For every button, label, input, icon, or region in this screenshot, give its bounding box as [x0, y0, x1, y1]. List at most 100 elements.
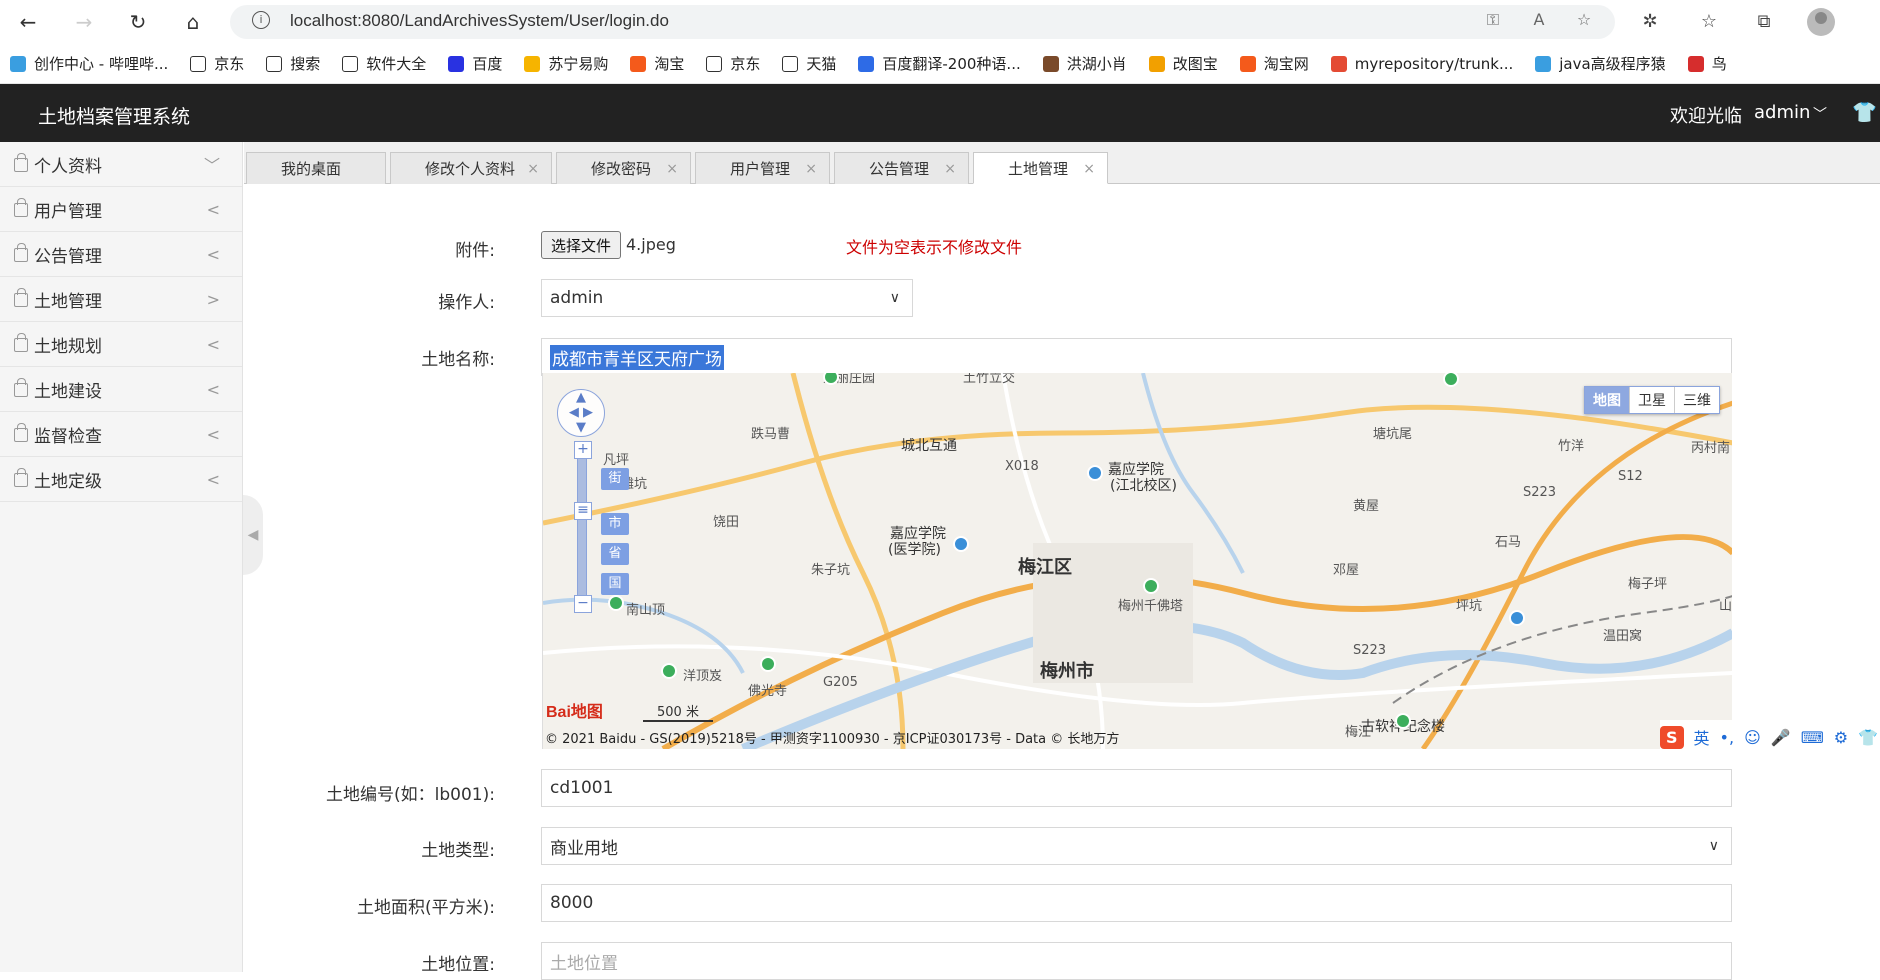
bookmark-item[interactable]: java高级程序猿	[1535, 53, 1666, 74]
choose-file-button[interactable]: 选择文件	[541, 231, 621, 259]
map-place-label: 黄屋	[1353, 499, 1380, 514]
bookmark-item[interactable]: 鸟	[1687, 53, 1727, 74]
sidebar-item[interactable]: 公告管理 <	[0, 232, 242, 277]
sidebar-item[interactable]: 监督检查 <	[0, 412, 242, 457]
info-icon[interactable]: i	[252, 11, 270, 29]
skin-icon[interactable]: 👕	[1858, 728, 1878, 747]
close-icon[interactable]: ×	[527, 161, 539, 177]
poi-marker[interactable]	[1395, 713, 1411, 729]
close-icon[interactable]: ×	[944, 161, 956, 177]
extensions-icon[interactable]: ✲	[1636, 8, 1664, 36]
poi-marker[interactable]	[953, 536, 969, 552]
sidebar-item-label: 公告管理	[34, 246, 102, 267]
refresh-icon[interactable]: ↻	[122, 6, 154, 38]
tab-label: 我的桌面	[281, 160, 342, 178]
ime-toolbar[interactable]: S 英 •, ☺ 🎤 ⌨ ⚙ 👕	[1660, 720, 1880, 754]
operator-select[interactable]: admin ∨	[541, 279, 913, 317]
back-arrow-icon[interactable]: ←	[12, 6, 44, 38]
ime-mode[interactable]: 英	[1694, 725, 1710, 749]
keyboard-icon[interactable]: ⌨	[1801, 728, 1824, 747]
forward-arrow-icon[interactable]: →	[68, 6, 100, 38]
user-menu[interactable]: admin	[1754, 102, 1810, 123]
map-place-label: 石马	[1495, 535, 1522, 550]
poi-marker[interactable]	[760, 656, 776, 672]
sidebar-item[interactable]: 土地建设 <	[0, 367, 242, 412]
add-favorite-icon[interactable]: ☆	[1573, 10, 1595, 32]
bookmark-item[interactable]: 创作中心 - 哔哩哔...	[10, 53, 168, 74]
map-type-option[interactable]: 地图	[1585, 387, 1629, 413]
tab[interactable]: 修改个人资料 ×	[390, 152, 552, 184]
chevron-icon: <	[206, 199, 220, 219]
tab[interactable]: 公告管理 ×	[834, 152, 969, 184]
bookmark-item[interactable]: 京东	[706, 53, 760, 74]
bookmark-item[interactable]: 百度	[448, 53, 502, 74]
profile-avatar[interactable]	[1807, 8, 1835, 36]
favorites-icon[interactable]: ☆	[1695, 8, 1723, 36]
bookmark-label: 淘宝	[654, 55, 685, 73]
bookmark-item[interactable]: 淘宝	[630, 53, 684, 74]
map-level-tag[interactable]: 国	[601, 573, 629, 595]
tab[interactable]: 我的桌面	[246, 152, 386, 184]
bookmark-item[interactable]: 苏宁易购	[524, 53, 608, 74]
map-type-option[interactable]: 三维	[1674, 387, 1719, 413]
tab[interactable]: 修改密码 ×	[556, 152, 691, 184]
landtype-select[interactable]: 商业用地 ∨	[541, 827, 1732, 865]
theme-shirt-icon[interactable]: 👕	[1852, 100, 1877, 124]
tab[interactable]: 用户管理 ×	[695, 152, 830, 184]
home-icon[interactable]: ⌂	[177, 6, 209, 38]
bookmark-label: 京东	[730, 55, 761, 73]
bookmark-item[interactable]: 搜索	[266, 53, 320, 74]
zoom-in-button[interactable]: +	[574, 441, 592, 459]
read-aloud-icon[interactable]: A	[1528, 10, 1550, 32]
chevron-icon: <	[206, 244, 220, 264]
toolbox-icon[interactable]: ⚙	[1834, 728, 1848, 747]
punctuation-icon[interactable]: •,	[1720, 728, 1735, 747]
map-pan-control[interactable]: ▲ ◀ ▶ ▼	[557, 389, 605, 437]
bookmark-item[interactable]: 京东	[190, 53, 244, 74]
landno-label: 土地编号(如：lb001):	[326, 785, 495, 805]
close-icon[interactable]: ×	[666, 161, 678, 177]
landarea-input[interactable]: 8000	[541, 884, 1732, 922]
sidebar-item[interactable]: 用户管理 <	[0, 187, 242, 232]
landname-input[interactable]: 成都市青羊区天府广场	[541, 338, 1732, 376]
zoom-out-button[interactable]: −	[574, 595, 592, 613]
sidebar-item[interactable]: 土地规划 <	[0, 322, 242, 367]
landpos-input[interactable]: 土地位置	[541, 942, 1732, 980]
sidebar-collapse-handle[interactable]: ◀	[243, 495, 263, 575]
map-zoom-slider[interactable]	[577, 441, 587, 601]
chevron-down-icon: ∨	[1708, 838, 1719, 854]
close-icon[interactable]: ×	[1083, 161, 1095, 177]
close-icon[interactable]: ×	[805, 161, 817, 177]
collections-icon[interactable]: ⧉	[1750, 8, 1778, 36]
chevron-down-icon[interactable]: ﹀	[1813, 104, 1827, 124]
sidebar-item[interactable]: 土地管理 >	[0, 277, 242, 322]
bookmark-item[interactable]: 淘宝网	[1239, 53, 1309, 74]
landno-input[interactable]: cd1001	[541, 769, 1732, 807]
bookmark-item[interactable]: 天猫	[782, 53, 836, 74]
baidu-map[interactable]: 爱丽庄园 土竹立交 跌马曹 城北互通 X018 塘坑尾 竹洋 丙村南 凡坪 滩坑 嘉应学院 (江北校区…	[542, 373, 1732, 749]
bookmark-item[interactable]: 改图宝	[1148, 53, 1218, 74]
bookmark-item[interactable]: myrepository/trunk...	[1330, 55, 1513, 73]
map-level-tag[interactable]: 省	[601, 543, 629, 565]
key-icon[interactable]: ⚿	[1482, 10, 1504, 32]
url-text[interactable]: localhost:8080/LandArchivesSystem/User/l…	[290, 11, 669, 31]
map-level-tag[interactable]: 市	[601, 513, 629, 535]
map-level-tag[interactable]: 街	[601, 468, 629, 490]
poi-marker[interactable]	[608, 595, 624, 611]
sidebar-item[interactable]: 土地定级 <	[0, 457, 242, 502]
microphone-icon[interactable]: 🎤	[1771, 728, 1791, 747]
map-place-label: 竹洋	[1558, 439, 1585, 454]
bookmark-label: 软件大全	[366, 55, 427, 73]
emoji-icon[interactable]: ☺	[1744, 728, 1761, 747]
bookmark-item[interactable]: 百度翻译-200种语...	[858, 53, 1021, 74]
sidebar-item[interactable]: 个人资料 ﹀	[0, 142, 242, 187]
poi-marker[interactable]	[1143, 578, 1159, 594]
map-type-option[interactable]: 卫星	[1629, 387, 1674, 413]
zoom-handle[interactable]: ≡	[574, 502, 592, 520]
bookmark-item[interactable]: 洪湖小肖	[1042, 53, 1127, 74]
poi-marker[interactable]	[1087, 465, 1103, 481]
tab[interactable]: 土地管理 ×	[973, 152, 1108, 184]
poi-marker[interactable]	[661, 663, 677, 679]
poi-marker[interactable]	[1509, 610, 1525, 626]
bookmark-item[interactable]: 软件大全	[342, 53, 426, 74]
